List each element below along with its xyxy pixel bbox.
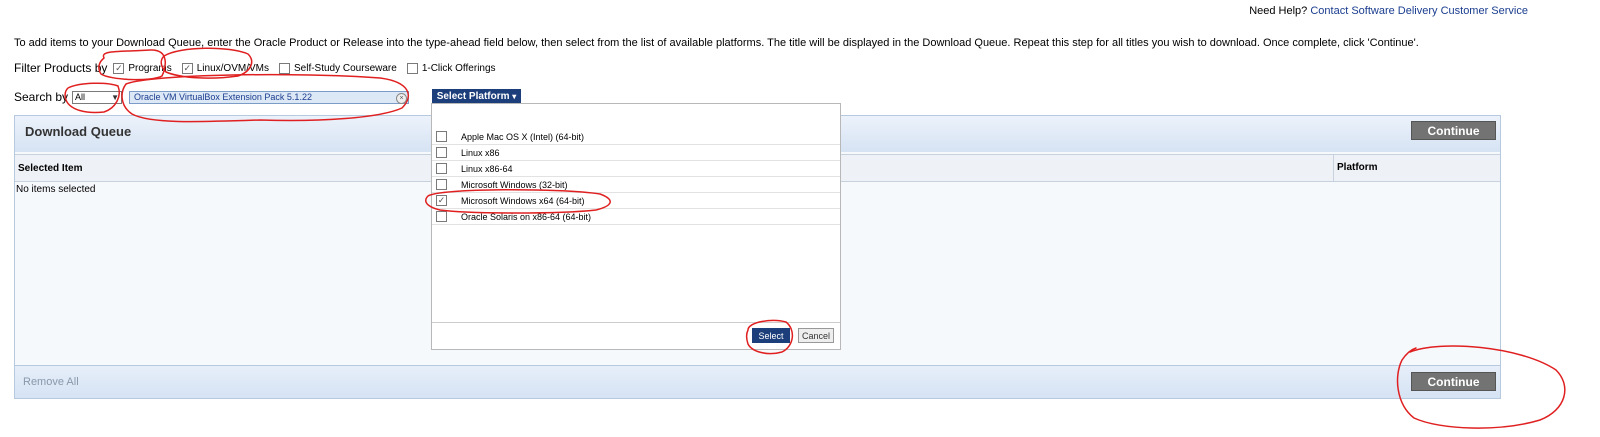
platform-option-label: Linux x86 — [461, 147, 500, 158]
empty-queue-text: No items selected — [16, 184, 96, 195]
filter-option-1-click[interactable]: 1-Click Offerings — [406, 62, 496, 74]
search-type-select[interactable]: All ▼ — [72, 90, 123, 104]
continue-button-top[interactable]: Continue — [1411, 121, 1496, 140]
product-search-input[interactable]: Oracle VM VirtualBox Extension Pack 5.1.… — [129, 90, 410, 104]
search-label: Search by — [14, 90, 69, 104]
popup-footer: Select Cancel — [432, 322, 840, 349]
select-platform-button[interactable]: Select Platform ▾ — [432, 89, 521, 104]
help-area: Need Help? Contact Software Delivery Cus… — [1249, 5, 1528, 17]
chevron-down-icon: ▾ — [512, 92, 517, 101]
platform-option-windows-32[interactable]: Microsoft Windows (32-bit) — [432, 177, 840, 193]
cancel-button[interactable]: Cancel — [798, 328, 834, 343]
checkbox-icon[interactable] — [436, 211, 447, 222]
queue-title: Download Queue — [25, 124, 132, 139]
checkbox-checked-icon[interactable]: ✓ — [436, 195, 447, 206]
checkbox-checked-icon[interactable]: ✓ — [113, 62, 125, 74]
checkbox-checked-icon[interactable]: ✓ — [181, 62, 193, 74]
checkbox-icon[interactable] — [436, 163, 447, 174]
platform-option-linux-x86[interactable]: Linux x86 — [432, 145, 840, 161]
column-platform: Platform — [1333, 155, 1378, 181]
filter-option-label: 1-Click Offerings — [421, 62, 496, 74]
checkbox-icon[interactable] — [436, 131, 447, 142]
filter-option-label: Programs — [128, 62, 172, 74]
platform-option-label: Microsoft Windows (32-bit) — [461, 179, 568, 190]
select-platform-label: Select Platform — [436, 91, 510, 102]
platform-option-windows-x64[interactable]: ✓ Microsoft Windows x64 (64-bit) — [432, 193, 840, 209]
column-selected-item: Selected Item — [18, 163, 83, 174]
checkbox-icon[interactable] — [436, 179, 447, 190]
platform-option-label: Linux x86-64 — [461, 163, 513, 174]
platform-option-label: Microsoft Windows x64 (64-bit) — [461, 195, 585, 206]
platform-popup: Apple Mac OS X (Intel) (64-bit) Linux x8… — [431, 103, 841, 350]
search-type-value: All — [75, 92, 86, 102]
filter-option-self-study[interactable]: Self-Study Courseware — [278, 62, 397, 74]
clear-icon[interactable]: × — [396, 92, 408, 104]
checkbox-icon[interactable] — [278, 62, 290, 74]
filter-option-programs[interactable]: ✓ Programs — [113, 62, 172, 74]
platform-option-solaris[interactable]: Oracle Solaris on x86-64 (64-bit) — [432, 209, 840, 225]
platform-option-linux-x86-64[interactable]: Linux x86-64 — [432, 161, 840, 177]
checkbox-icon[interactable] — [436, 147, 447, 158]
select-button[interactable]: Select — [752, 328, 790, 343]
filter-products-row: Filter Products by ✓ Programs ✓ Linux/OV… — [14, 61, 506, 75]
filter-label: Filter Products by — [14, 61, 108, 75]
help-prefix: Need Help? — [1249, 5, 1308, 17]
filter-option-linux-ovm-vms[interactable]: ✓ Linux/OVM/VMs — [181, 62, 269, 74]
queue-footer: Remove All Continue — [15, 365, 1500, 398]
product-search-value: Oracle VM VirtualBox Extension Pack 5.1.… — [134, 92, 312, 102]
continue-button-bottom[interactable]: Continue — [1411, 372, 1496, 391]
platform-option-mac[interactable]: Apple Mac OS X (Intel) (64-bit) — [432, 129, 840, 145]
instructions-text: To add items to your Download Queue, ent… — [14, 37, 1419, 49]
chevron-down-icon: ▼ — [111, 92, 120, 102]
filter-option-label: Self-Study Courseware — [293, 62, 397, 74]
contact-support-link[interactable]: Contact Software Delivery Customer Servi… — [1310, 5, 1528, 17]
filter-option-label: Linux/OVM/VMs — [196, 62, 269, 74]
popup-header — [432, 104, 840, 128]
remove-all-link[interactable]: Remove All — [23, 376, 79, 388]
platform-option-label: Apple Mac OS X (Intel) (64-bit) — [461, 131, 585, 142]
platform-list: Apple Mac OS X (Intel) (64-bit) Linux x8… — [432, 129, 840, 225]
platform-option-label: Oracle Solaris on x86-64 (64-bit) — [461, 211, 592, 222]
search-row: Search by All ▼ Oracle VM VirtualBox Ext… — [14, 90, 410, 104]
checkbox-icon[interactable] — [406, 62, 418, 74]
